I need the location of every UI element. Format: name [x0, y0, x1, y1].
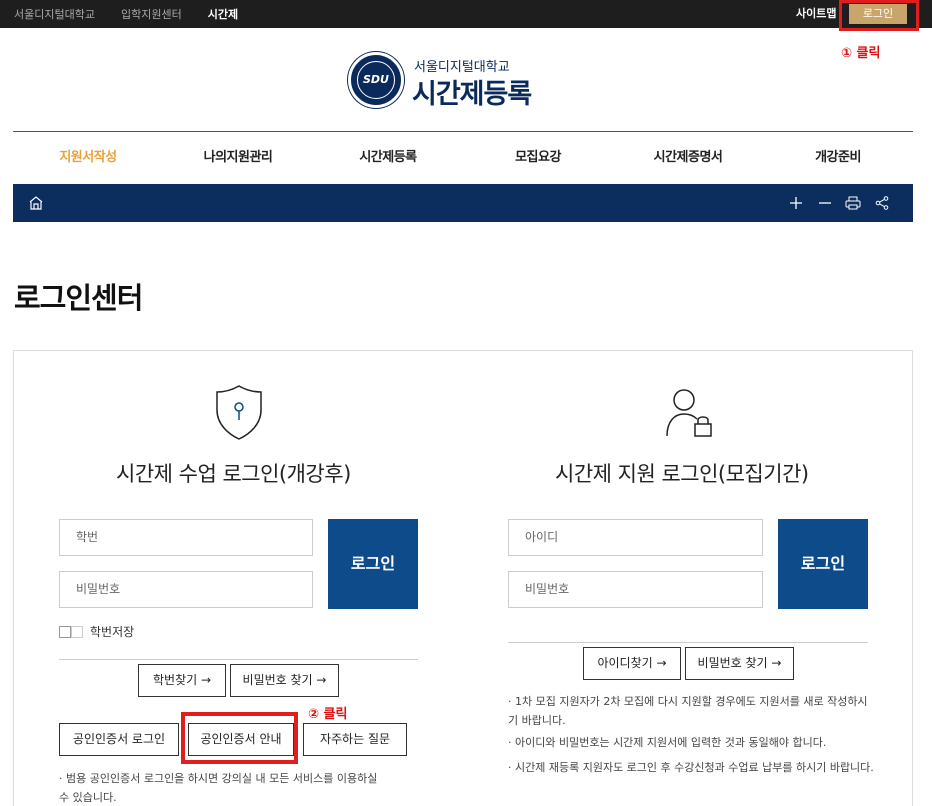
user-id-input[interactable]: 아이디 — [508, 519, 763, 556]
sdu-emblem-icon: SDU — [348, 52, 404, 108]
sitemap-link[interactable]: 사이트맵 — [796, 0, 836, 28]
zoom-in-icon[interactable] — [789, 184, 803, 222]
highlight-box-cert-guide — [181, 712, 298, 764]
nav-item-registration[interactable]: 시간제등록 — [313, 132, 463, 184]
apply-note-1: · 1차 모집 지원자가 2차 모집에 다시 지원할 경우에도 지원서를 새로 … — [508, 695, 868, 727]
save-id-checkbox-frame — [71, 626, 83, 638]
class-login-button[interactable]: 로그인 — [328, 519, 418, 609]
annotation-step1: ① 클릭 — [841, 46, 881, 61]
find-password-button-right[interactable]: 비밀번호 찾기 → — [685, 647, 794, 680]
highlight-box-login — [839, 0, 919, 31]
save-id-checkbox[interactable] — [59, 626, 71, 638]
annotation-step2: ② 클릭 — [308, 707, 348, 722]
class-login-title: 시간제 수업 로그인(개강후) — [116, 462, 351, 486]
nav-item-certificate[interactable]: 시간제증명서 — [613, 132, 763, 184]
nav-item-guidelines[interactable]: 모집요강 — [463, 132, 613, 184]
shield-lock-icon — [214, 382, 264, 446]
apply-login-title: 시간제 지원 로그인(모집기간) — [555, 462, 809, 486]
top-bar: 서울디지털대학교 입학지원센터 시간제 사이트맵 로그인 — [0, 0, 932, 28]
top-links: 서울디지털대학교 입학지원센터 시간제 — [14, 0, 238, 28]
zoom-out-icon[interactable] — [818, 184, 832, 222]
page-title: 로그인센터 — [14, 281, 143, 315]
site-logo[interactable]: SDU 서울디지털대학교 시간제등록 — [348, 52, 548, 110]
user-lock-icon — [664, 386, 714, 442]
apply-note-2: · 아이디와 비밀번호는 시간제 지원서에 입력한 것과 동일해야 합니다. — [508, 736, 827, 749]
apply-login-button[interactable]: 로그인 — [778, 519, 868, 609]
apply-note-3: · 시간제 재등록 지원자도 로그인 후 수강신청과 수업료 납부를 하시기 바… — [508, 761, 874, 774]
faq-button[interactable]: 자주하는 질문 — [303, 723, 407, 756]
apply-password-input[interactable]: 비밀번호 — [508, 571, 763, 608]
cert-note: · 범용 공인인증서 로그인을 하시면 강의실 내 모든 서비스를 이용하실 수… — [59, 772, 378, 804]
student-id-input[interactable]: 학번 — [59, 519, 313, 556]
class-password-input[interactable]: 비밀번호 — [59, 571, 313, 608]
logo-title: 시간제등록 — [412, 79, 532, 110]
nav-item-application[interactable]: 지원서작성 — [13, 132, 163, 184]
main-nav: 지원서작성 나의지원관리 시간제등록 모집요강 시간제증명서 개강준비 — [13, 132, 913, 184]
find-student-id-button[interactable]: 학번찾기 → — [138, 664, 226, 697]
top-link-admission[interactable]: 입학지원센터 — [121, 6, 182, 22]
find-user-id-button[interactable]: 아이디찾기 → — [583, 647, 681, 680]
left-divider — [59, 659, 418, 660]
top-link-university[interactable]: 서울디지털대학교 — [14, 6, 95, 22]
cert-login-button[interactable]: 공인인증서 로그인 — [59, 723, 179, 756]
nav-item-my-application[interactable]: 나의지원관리 — [163, 132, 313, 184]
share-icon[interactable] — [875, 184, 889, 222]
home-icon[interactable] — [29, 184, 43, 222]
top-link-parttime[interactable]: 시간제 — [208, 6, 238, 22]
right-divider — [508, 642, 868, 643]
print-icon[interactable] — [845, 184, 861, 222]
find-password-button-left[interactable]: 비밀번호 찾기 → — [230, 664, 339, 697]
nav-item-preparation[interactable]: 개강준비 — [763, 132, 913, 184]
emblem-text: SDU — [363, 73, 389, 86]
breadcrumb-bar — [13, 184, 913, 222]
save-id-label: 학번저장 — [90, 625, 135, 639]
